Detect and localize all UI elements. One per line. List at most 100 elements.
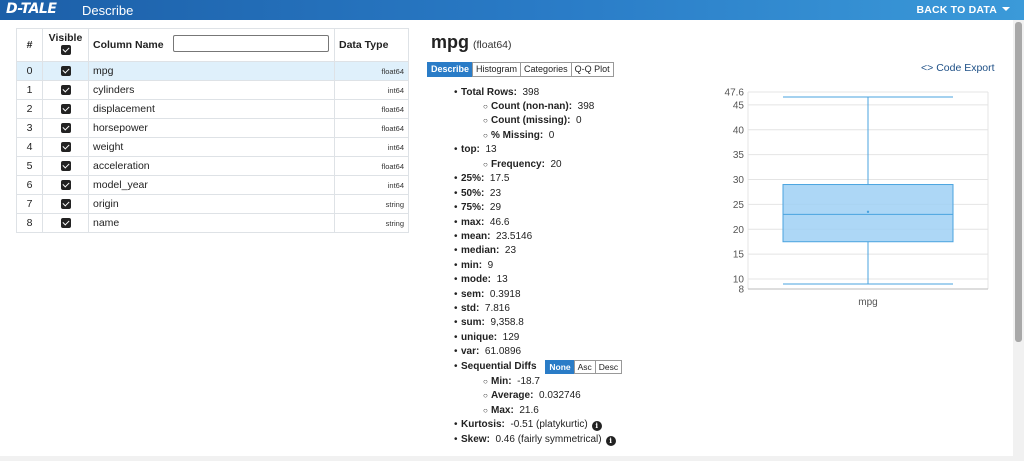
y-tick-label: 8 <box>738 285 744 296</box>
column-name-header: Column Name <box>88 28 335 62</box>
y-tick-label: 40 <box>733 125 745 136</box>
scrollbar-thumb[interactable] <box>1015 22 1022 342</box>
table-row[interactable]: 1 cylinders int64 <box>16 80 409 100</box>
stat-sum: • sum: 9,358.8 <box>454 317 524 328</box>
seq-none-button[interactable]: None <box>545 360 575 374</box>
stat-seq-min: ○ Min: -18.7 <box>483 376 540 387</box>
code-export-link[interactable]: <> Code Export <box>921 62 995 74</box>
back-to-data-button[interactable]: BACK TO DATA <box>916 4 1010 16</box>
visible-header-label: Visible <box>48 32 83 44</box>
y-tick-label: 45 <box>733 100 745 111</box>
row-column-name[interactable]: displacement <box>88 99 335 119</box>
stat-p25: • 25%: 17.5 <box>454 173 510 184</box>
visible-checkbox[interactable] <box>60 161 71 172</box>
row-data-type: int64 <box>334 80 409 100</box>
row-column-name[interactable]: horsepower <box>88 118 335 138</box>
tab-categories[interactable]: Categories <box>520 62 572 77</box>
row-column-name[interactable]: name <box>88 213 335 233</box>
row-column-name[interactable]: weight <box>88 137 335 157</box>
detail-tabs: Describe Histogram Categories Q-Q Plot <box>427 62 614 77</box>
iqr-box <box>782 184 954 243</box>
info-icon[interactable]: i <box>605 436 616 446</box>
stat-count: ○ Count (non-nan): 398 <box>483 101 595 112</box>
tab-describe[interactable]: Describe <box>427 62 474 77</box>
vertical-scrollbar[interactable] <box>1013 20 1024 461</box>
row-data-type: int64 <box>334 175 409 195</box>
visible-checkbox[interactable] <box>60 85 71 96</box>
column-name-filter-input[interactable] <box>173 35 329 52</box>
row-index: 2 <box>16 99 43 119</box>
row-data-type: int64 <box>334 137 409 157</box>
stat-seq-max: ○ Max: 21.6 <box>483 405 539 416</box>
stat-min: • min: 9 <box>454 260 494 271</box>
visible-checkbox[interactable] <box>60 104 71 115</box>
tab-qq-plot[interactable]: Q-Q Plot <box>570 62 614 77</box>
box-plot-chart: 810 15 20 25 30 35 40 4547.6 mpg <box>725 88 989 308</box>
stat-skew: • Skew: 0.46 (fairly symmetrical) i <box>454 433 616 446</box>
table-row[interactable]: 2 displacement float64 <box>16 99 409 119</box>
stat-std: • std: 7.816 <box>454 303 510 314</box>
stat-missing: ○ Count (missing): 0 <box>483 115 582 126</box>
table-row[interactable]: 3 horsepower float64 <box>16 118 409 138</box>
stat-mean: • mean: 23.5146 <box>454 231 533 242</box>
data-type-header: Data Type <box>334 28 409 62</box>
mean-point <box>866 210 870 214</box>
column-name-header-label: Column Name <box>93 39 164 51</box>
visible-header: Visible <box>42 28 89 62</box>
stat-p50: • 50%: 23 <box>454 188 502 199</box>
table-row[interactable]: 6 model_year int64 <box>16 175 409 195</box>
code-export-label: Code Export <box>936 62 995 74</box>
sequential-diffs-toggle: None Asc Desc <box>545 360 623 374</box>
y-tick-label: 30 <box>733 175 745 186</box>
visible-checkbox[interactable] <box>60 199 71 210</box>
select-all-checkbox[interactable] <box>60 45 71 56</box>
row-data-type: float64 <box>334 118 409 138</box>
seq-asc-button[interactable]: Asc <box>573 360 596 374</box>
stat-total-rows: • Total Rows: 398 <box>454 87 540 98</box>
seq-desc-button[interactable]: Desc <box>594 360 623 374</box>
row-data-type: float64 <box>334 61 409 81</box>
y-tick-label: 47.6 <box>725 88 745 99</box>
stat-unique: • unique: 129 <box>454 332 520 343</box>
stat-sem: • sem: 0.3918 <box>454 289 521 300</box>
y-tick-label: 10 <box>733 275 745 286</box>
page-title: Describe <box>82 3 134 18</box>
stat-sequential-diffs: • Sequential Diffs None Asc Desc <box>454 360 623 374</box>
tab-histogram[interactable]: Histogram <box>472 62 522 77</box>
table-row[interactable]: 7 origin string <box>16 194 409 214</box>
row-column-name[interactable]: acceleration <box>88 156 335 176</box>
stat-kurtosis: • Kurtosis: -0.51 (platykurtic) i <box>454 418 602 431</box>
stat-mode: • mode: 13 <box>454 274 508 285</box>
info-icon[interactable]: i <box>591 421 602 431</box>
caret-down-icon <box>1002 7 1010 11</box>
dtale-logo: D-TALE <box>6 1 57 17</box>
stat-var: • var: 61.0896 <box>454 346 522 357</box>
stat-median: • median: 23 <box>454 245 517 256</box>
y-tick-label: 20 <box>733 225 745 236</box>
y-tick-label: 15 <box>733 250 745 261</box>
visible-checkbox[interactable] <box>60 123 71 134</box>
row-column-name[interactable]: origin <box>88 194 335 214</box>
row-column-name[interactable]: model_year <box>88 175 335 195</box>
stat-frequency: ○ Frequency: 20 <box>483 159 562 170</box>
stat-seq-average: ○ Average: 0.032746 <box>483 390 581 401</box>
visible-checkbox[interactable] <box>60 66 71 77</box>
table-row[interactable]: 0 mpg float64 <box>16 61 409 81</box>
table-row[interactable]: 5 acceleration float64 <box>16 156 409 176</box>
code-icon: <> <box>921 62 934 74</box>
column-title: mpg (float64) <box>431 32 512 53</box>
stat-max: • max: 46.6 <box>454 217 510 228</box>
visible-checkbox[interactable] <box>60 142 71 153</box>
row-index: 5 <box>16 156 43 176</box>
row-data-type: string <box>334 213 409 233</box>
table-row[interactable]: 8 name string <box>16 213 409 233</box>
row-column-name[interactable]: cylinders <box>88 80 335 100</box>
visible-checkbox[interactable] <box>60 180 71 191</box>
horizontal-scrollbar[interactable] <box>0 456 1013 461</box>
back-to-data-label: BACK TO DATA <box>916 4 997 16</box>
x-category-label: mpg <box>858 297 877 308</box>
visible-checkbox[interactable] <box>60 218 71 229</box>
row-column-name[interactable]: mpg <box>88 61 335 81</box>
table-row[interactable]: 4 weight int64 <box>16 137 409 157</box>
stat-p75: • 75%: 29 <box>454 202 502 213</box>
